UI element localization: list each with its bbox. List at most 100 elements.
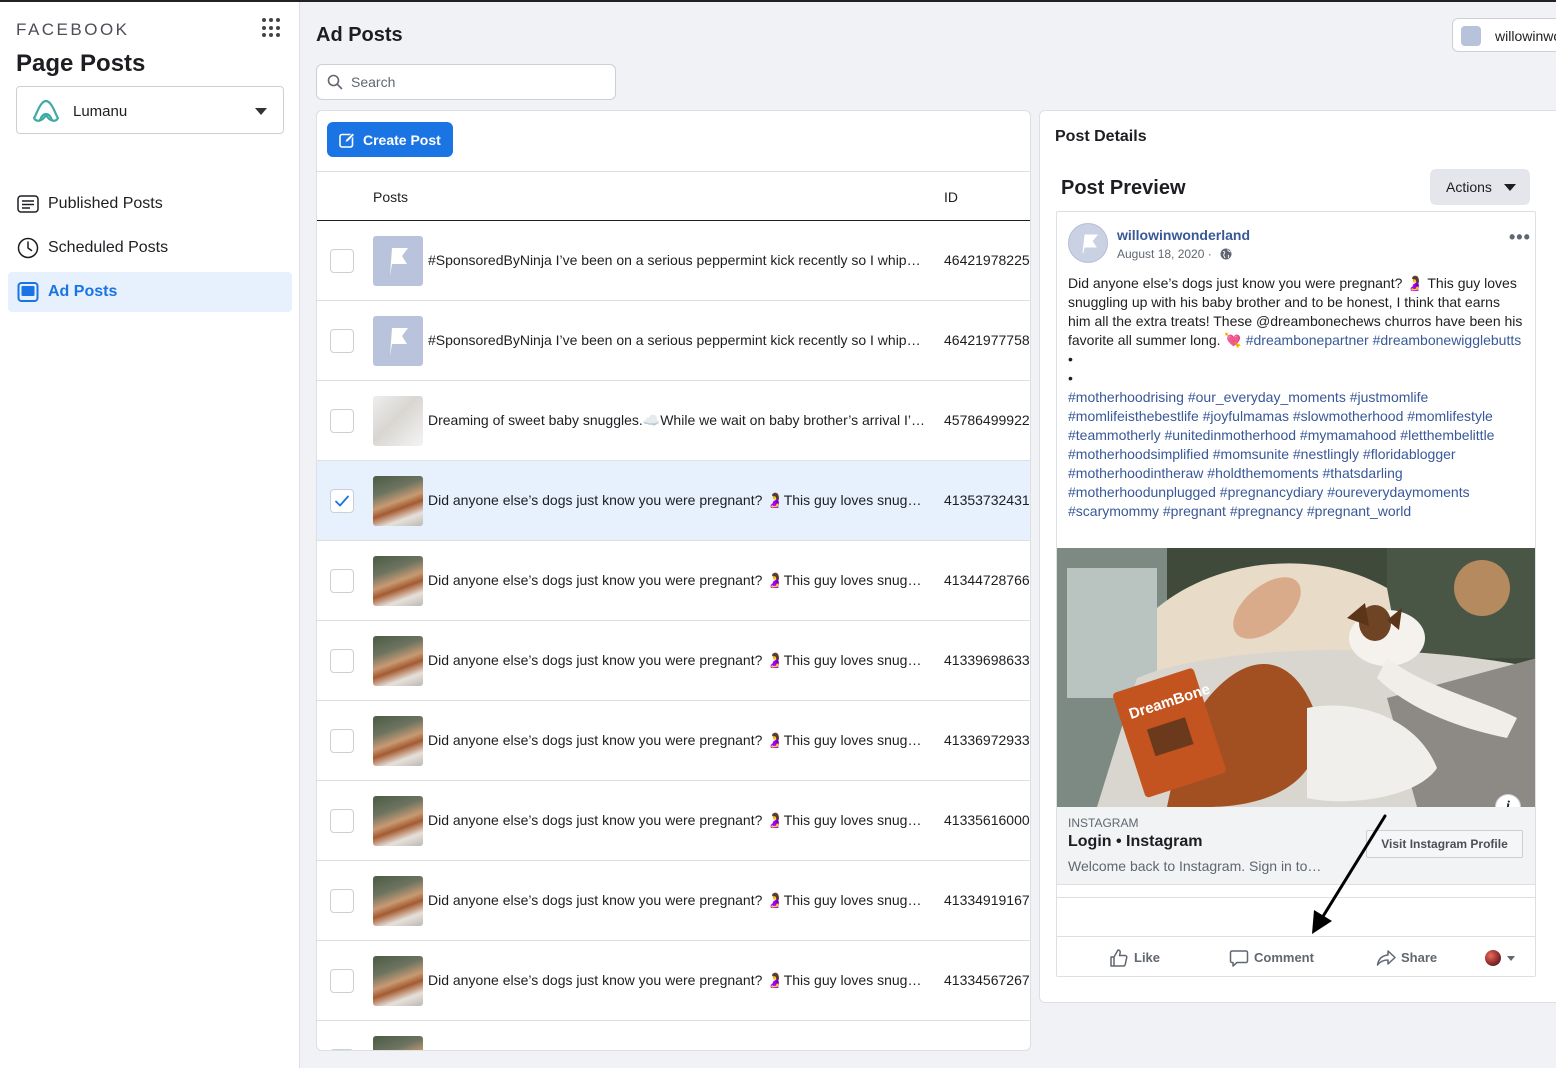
flag-icon [390,328,408,356]
post-author[interactable]: willowinwonderland [1117,227,1250,243]
table-row[interactable]: Did anyone else’s dogs just know you wer… [317,621,1030,701]
reaction-identity-selector[interactable] [1485,948,1521,968]
post-photo[interactable]: DreamBone i [1057,548,1535,807]
post-id: 41334919167 [944,892,1030,908]
post-text: #SponsoredByNinja I’ve been on a serious… [428,252,928,268]
avatar [1485,950,1501,966]
post-thumbnail [373,316,423,366]
caret-down-icon [255,108,267,115]
table-header: Posts ID [317,171,1030,221]
sidebar-item-label: Scheduled Posts [48,239,169,256]
page-selector[interactable]: Lumanu [16,86,284,134]
edit-icon [339,132,355,148]
post-id: 41344728766 [944,572,1030,588]
post-thumbnail [373,1036,423,1050]
row-checkbox[interactable] [330,569,354,593]
sidebar: FACEBOOK Page Posts Lumanu Published Pos… [0,2,300,1068]
row-checkbox[interactable] [330,1049,354,1050]
sidebar-title: Page Posts [16,50,146,77]
post-details-panel: Post Details Post Preview Actions willow… [1039,110,1556,1003]
share-button[interactable]: Share [1376,948,1456,968]
share-label: Share [1401,950,1438,965]
more-options-icon[interactable]: ••• [1509,227,1531,248]
caption-hashtags[interactable]: #dreambonepartner #dreambonewigglebutts [1246,332,1522,348]
flag-icon [390,248,408,276]
apps-grid-icon[interactable] [262,18,282,38]
sidebar-item-published-posts[interactable]: Published Posts [8,184,292,224]
table-row[interactable]: #SponsoredByNinja I’ve been on a serious… [317,301,1030,381]
row-checkbox[interactable] [330,329,354,353]
row-checkbox[interactable] [330,489,354,513]
actions-label: Actions [1446,179,1492,195]
comment-label: Comment [1254,950,1314,965]
table-row[interactable]: Did anyone else’s dogs just know you wer… [317,781,1030,861]
row-checkbox[interactable] [330,249,354,273]
link-title: Login • Instagram [1068,833,1203,850]
table-row[interactable]: Did anyone else’s dogs just know you wer… [317,701,1030,781]
published-posts-icon [17,195,39,213]
link-description: Welcome back to Instagram. Sign in to… [1068,858,1322,874]
table-row[interactable]: #SponsoredByNinja I’ve been on a serious… [317,221,1030,301]
create-post-button[interactable]: Create Post [327,122,453,157]
posts-table-body: #SponsoredByNinja I’ve been on a serious… [317,221,1030,1050]
table-row[interactable]: Did anyone else’s dogs just know you wer… [317,941,1030,1021]
share-icon [1376,950,1396,966]
like-label: Like [1134,950,1161,965]
ad-posts-icon [17,282,39,302]
row-checkbox[interactable] [330,889,354,913]
post-thumbnail [373,396,423,446]
post-thumbnail [373,476,423,526]
page-title: Ad Posts [316,24,403,46]
row-checkbox[interactable] [330,969,354,993]
post-id: 41336972933 [944,732,1030,748]
table-row[interactable] [317,1021,1030,1050]
link-preview[interactable]: INSTAGRAM Login • Instagram Welcome back… [1057,807,1535,885]
post-thumbnail [373,236,423,286]
row-checkbox[interactable] [330,729,354,753]
post-preview-title: Post Preview [1061,177,1186,199]
search-input[interactable] [351,72,601,92]
caption-bullet: • [1068,370,1073,386]
table-row[interactable]: Did anyone else’s dogs just know you wer… [317,461,1030,541]
row-checkbox[interactable] [330,649,354,673]
account-switcher[interactable]: willowinwonderland [1452,18,1556,52]
page-selector-value: Lumanu [73,103,128,120]
post-id: 41335616000 [944,812,1030,828]
post-id: 41353732431 [944,492,1030,508]
post-id: 46421977758 [944,332,1030,348]
post-thumbnail [373,556,423,606]
divider [1057,897,1535,898]
table-row[interactable]: Dreaming of sweet baby snuggles.☁️While … [317,381,1030,461]
caption-hashtags[interactable]: #motherhoodrising #our_everyday_moments … [1068,389,1494,519]
post-id: 41334567267 [944,972,1030,988]
table-row[interactable]: Did anyone else’s dogs just know you wer… [317,541,1030,621]
table-row[interactable]: Did anyone else’s dogs just know you wer… [317,861,1030,941]
like-button[interactable]: Like [1109,948,1179,968]
search-box[interactable] [316,64,616,100]
create-post-label: Create Post [363,132,441,148]
post-id: 46421978225 [944,252,1030,268]
post-id: 45786499922 [944,412,1030,428]
link-source: INSTAGRAM [1068,816,1139,830]
lumanu-logo-icon [32,99,60,122]
post-text: Did anyone else’s dogs just know you wer… [428,892,928,908]
post-text: Did anyone else’s dogs just know you wer… [428,572,928,588]
row-checkbox[interactable] [330,809,354,833]
avatar [1461,26,1481,46]
post-thumbnail [373,796,423,846]
caret-down-icon [1504,184,1516,191]
sidebar-item-label: Ad Posts [48,283,118,300]
column-header-id[interactable]: ID [944,189,958,205]
column-header-posts[interactable]: Posts [373,189,408,205]
post-details-title: Post Details [1055,128,1147,145]
post-date[interactable]: August 18, 2020 · [1117,247,1212,261]
sidebar-item-label: Published Posts [48,195,163,212]
visit-instagram-profile-button[interactable]: Visit Instagram Profile [1366,830,1523,858]
row-checkbox[interactable] [330,409,354,433]
search-icon [327,74,343,90]
comment-button[interactable]: Comment [1229,948,1329,968]
sidebar-item-scheduled-posts[interactable]: Scheduled Posts [8,228,292,268]
sidebar-item-ad-posts[interactable]: Ad Posts [8,272,292,312]
post-thumbnail [373,636,423,686]
actions-dropdown[interactable]: Actions [1430,169,1530,205]
